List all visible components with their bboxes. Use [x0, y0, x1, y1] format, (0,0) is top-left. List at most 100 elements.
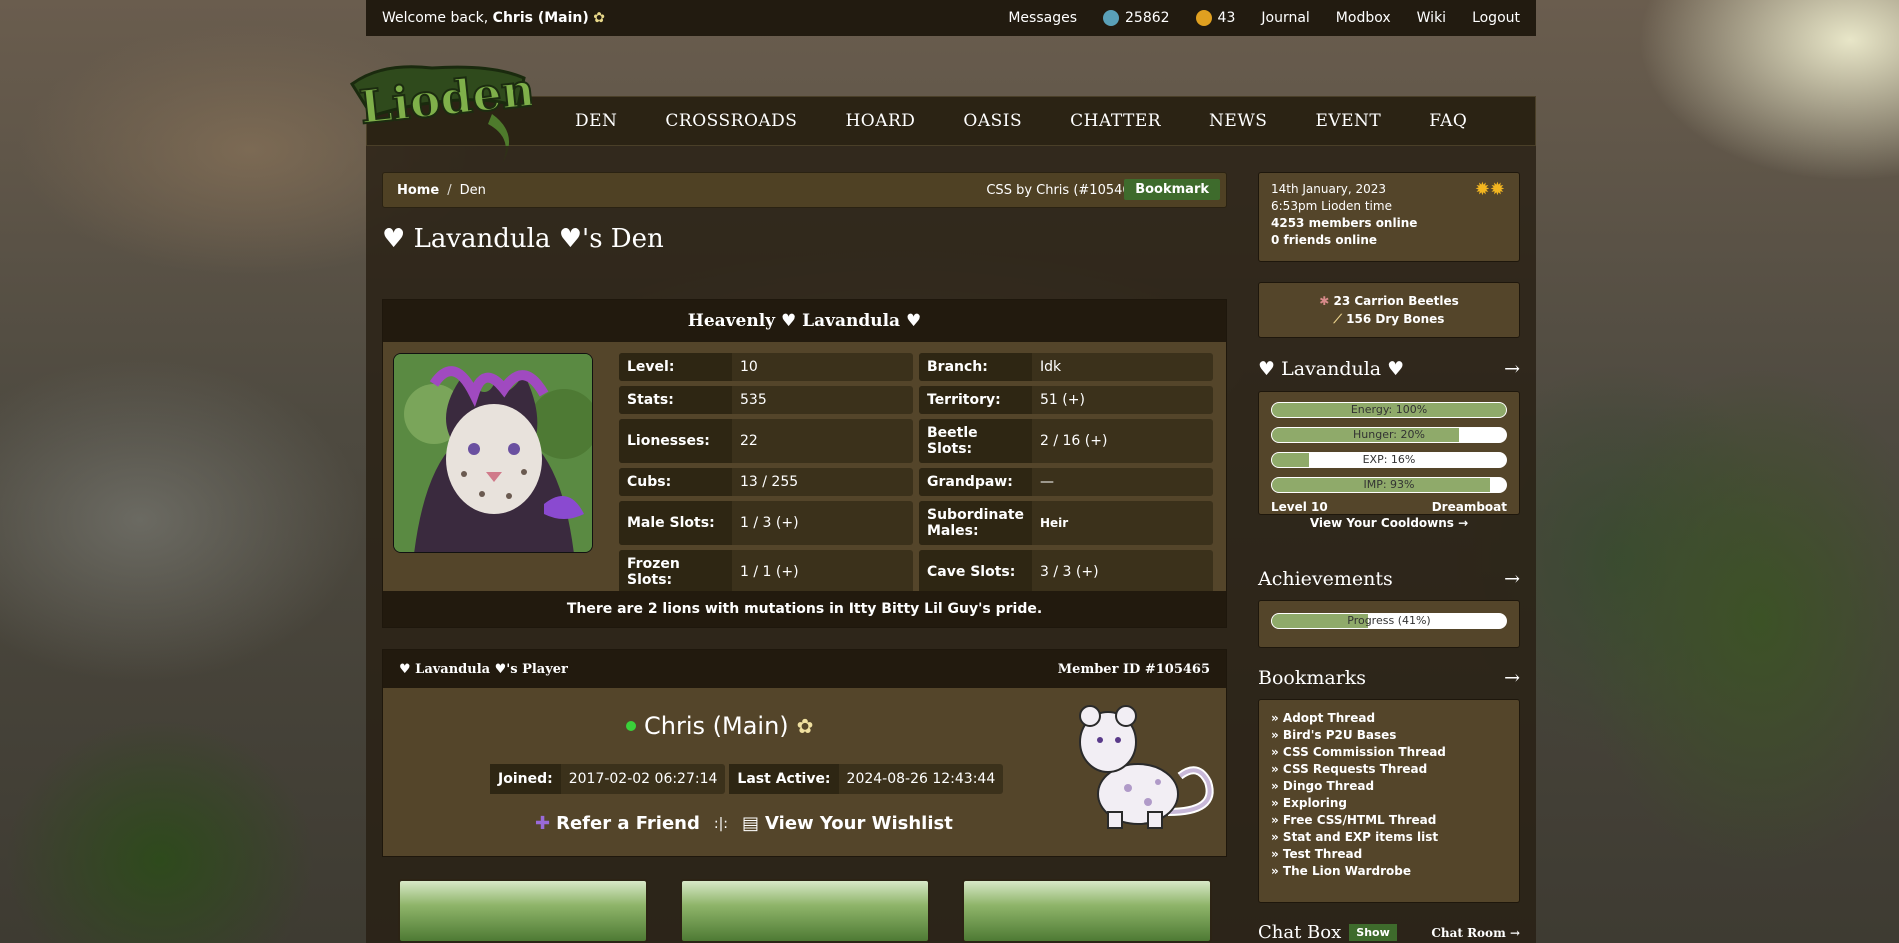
stat-label: Cave Slots: [919, 550, 1032, 594]
lion-image[interactable] [393, 353, 593, 553]
stat-value: — [1040, 474, 1054, 490]
player-name-text: Chris (Main) [644, 712, 789, 740]
bookmark-item[interactable]: » CSS Commission Thread [1271, 744, 1507, 761]
stat-value[interactable]: 2 / 16 (+) [1032, 427, 1115, 455]
stat-value[interactable]: 51 (+) [1032, 386, 1093, 414]
den-thumbnail[interactable] [680, 879, 930, 943]
messages-link[interactable]: Messages [1008, 10, 1077, 26]
nav-chatter[interactable]: CHATTER [1070, 111, 1161, 131]
lion-thumbnails [398, 879, 1212, 943]
friends-online[interactable]: 0 friends online [1271, 233, 1377, 247]
lion-status-title: ♥ Lavandula ♥ [1258, 358, 1405, 380]
stat-label: Grandpaw: [919, 468, 1032, 496]
bookmark-item[interactable]: » Dingo Thread [1271, 778, 1507, 795]
lion-status-header[interactable]: ♥ Lavandula ♥ → [1258, 358, 1520, 380]
bookmark-item[interactable]: » Free CSS/HTML Thread [1271, 812, 1507, 829]
wishlist-link[interactable]: ▤ View Your Wishlist [742, 813, 953, 834]
logout-link[interactable]: Logout [1472, 10, 1520, 26]
nav-event[interactable]: EVENT [1315, 111, 1381, 131]
arrow-right-icon[interactable]: → [1504, 568, 1520, 590]
stat-level: Level: 10 [619, 353, 913, 381]
achievement-label: Progress (41%) [1347, 614, 1431, 627]
refer-friend-link[interactable]: ✚ Refer a Friend [535, 813, 700, 834]
bookmark-button[interactable]: Bookmark [1124, 179, 1220, 200]
mutation-note[interactable]: There are 2 lions with mutations in Itty… [383, 591, 1226, 627]
breadcrumb: Home / Den CSS by Chris (#105465) Bookma… [382, 172, 1227, 208]
den-thumbnail[interactable] [398, 879, 648, 943]
nav-den[interactable]: DEN [575, 111, 617, 131]
beetles-currency[interactable]: 25862 [1103, 10, 1170, 26]
bookmark-item[interactable]: » The Lion Wardrobe [1271, 863, 1507, 880]
stat-value[interactable]: 3 / 3 (+) [1032, 558, 1107, 586]
joined-label: Joined: [490, 764, 561, 794]
dry-bones-label: 156 Dry Bones [1346, 312, 1445, 326]
lion-name[interactable]: Heavenly ♥ Lavandula ♥ [383, 300, 1226, 342]
nav-faq[interactable]: FAQ [1429, 111, 1467, 131]
welcome-username[interactable]: Chris (Main) [493, 10, 589, 26]
lioden-time: 6:53pm Lioden time [1271, 199, 1392, 213]
stats-row: Male Slots: 1 / 3 (+) Subordinate Males: H… [619, 501, 1213, 545]
bookmark-item[interactable]: » Test Thread [1271, 846, 1507, 863]
achievements-header[interactable]: Achievements → [1258, 568, 1520, 590]
achievement-progress-bar[interactable]: Progress (41%) [1271, 613, 1507, 629]
chat-show-button[interactable]: Show [1349, 924, 1397, 941]
stat-stats: Stats: 535 [619, 386, 913, 414]
player-name[interactable]: Chris (Main) ✿ [626, 712, 813, 740]
last-active-label: Last Active: [729, 764, 839, 794]
breadcrumb-home[interactable]: Home [397, 183, 439, 198]
messages-label: Messages [1008, 10, 1077, 26]
bookmark-item[interactable]: » CSS Requests Thread [1271, 761, 1507, 778]
sun-icon: ✹✹ [1474, 179, 1505, 200]
chat-box-title: Chat Box [1258, 922, 1342, 943]
gold-currency[interactable]: 43 [1195, 10, 1235, 26]
stat-grandpaw: Grandpaw: — [919, 468, 1213, 496]
welcome-text: Welcome back, Chris (Main) ✿ [382, 10, 982, 26]
stat-label: Frozen Slots: [619, 550, 732, 594]
bookmark-item[interactable]: » Adopt Thread [1271, 710, 1507, 727]
imp-label: IMP: 93% [1363, 478, 1415, 491]
stat-cubs: Cubs: 13 / 255 [619, 468, 913, 496]
nav-hoard[interactable]: HOARD [845, 111, 915, 131]
modbox-label: Modbox [1335, 10, 1391, 26]
resources-box: ✱ 23 Carrion Beetles ⟋ 156 Dry Bones [1258, 282, 1520, 338]
stat-value[interactable]: 1 / 1 (+) [732, 558, 807, 586]
nav-oasis[interactable]: OASIS [963, 111, 1022, 131]
stat-value[interactable]: 1 / 3 (+) [732, 509, 807, 537]
stats-row: Cubs: 13 / 255 Grandpaw: — [619, 468, 1213, 496]
breadcrumb-current: Den [459, 182, 486, 198]
bookmarks-header[interactable]: Bookmarks → [1258, 667, 1520, 689]
stat-label: Stats: [619, 386, 732, 414]
stat-value: 22 [740, 433, 758, 449]
nav-crossroads[interactable]: CROSSROADS [665, 111, 797, 131]
achievements-title: Achievements [1258, 568, 1393, 590]
bookmark-item[interactable]: » Exploring [1271, 795, 1507, 812]
hunger-bar: Hunger: 20% [1271, 427, 1507, 443]
css-credit[interactable]: CSS by Chris (#105465) [986, 183, 1144, 198]
wiki-link[interactable]: Wiki [1417, 10, 1446, 26]
chat-room-link[interactable]: Chat Room → [1431, 926, 1520, 940]
members-online[interactable]: 4253 members online [1271, 216, 1417, 230]
cooldowns-link[interactable]: View Your Cooldowns → [1271, 516, 1507, 530]
stat-beetle-slots: Beetle Slots: 2 / 16 (+) [919, 419, 1213, 463]
carrion-beetles[interactable]: ✱ 23 Carrion Beetles [1319, 292, 1459, 310]
den-thumbnail[interactable] [962, 879, 1212, 943]
member-id: Member ID #105465 [1057, 661, 1210, 677]
stat-value[interactable]: Idk [1032, 353, 1069, 381]
stat-label: Beetle Slots: [919, 419, 1032, 463]
carrion-beetles-label: 23 Carrion Beetles [1333, 294, 1459, 308]
nav-news[interactable]: NEWS [1209, 111, 1267, 131]
stat-value[interactable]: Heir [1032, 510, 1076, 536]
player-avatar-cub[interactable] [1068, 702, 1218, 832]
arrow-right-icon[interactable]: → [1504, 667, 1520, 689]
modbox-link[interactable]: Modbox [1336, 10, 1391, 26]
journal-link[interactable]: Journal [1261, 10, 1309, 26]
imp-bar: IMP: 93% [1271, 477, 1507, 493]
bookmark-item[interactable]: » Stat and EXP items list [1271, 829, 1507, 846]
dry-bones[interactable]: ⟋ 156 Dry Bones [1334, 310, 1445, 328]
wishlist-label: View Your Wishlist [765, 813, 953, 834]
lion-box: Heavenly ♥ Lavandula ♥ Level: 10 Branch: I… [382, 299, 1227, 628]
lion-stats-table: Level: 10 Branch: Idk Stats: 535 Territory:… [619, 353, 1213, 599]
arrow-right-icon[interactable]: → [1504, 358, 1520, 380]
stat-label: Lionesses: [619, 419, 732, 463]
bookmark-item[interactable]: » Bird's P2U Bases [1271, 727, 1507, 744]
